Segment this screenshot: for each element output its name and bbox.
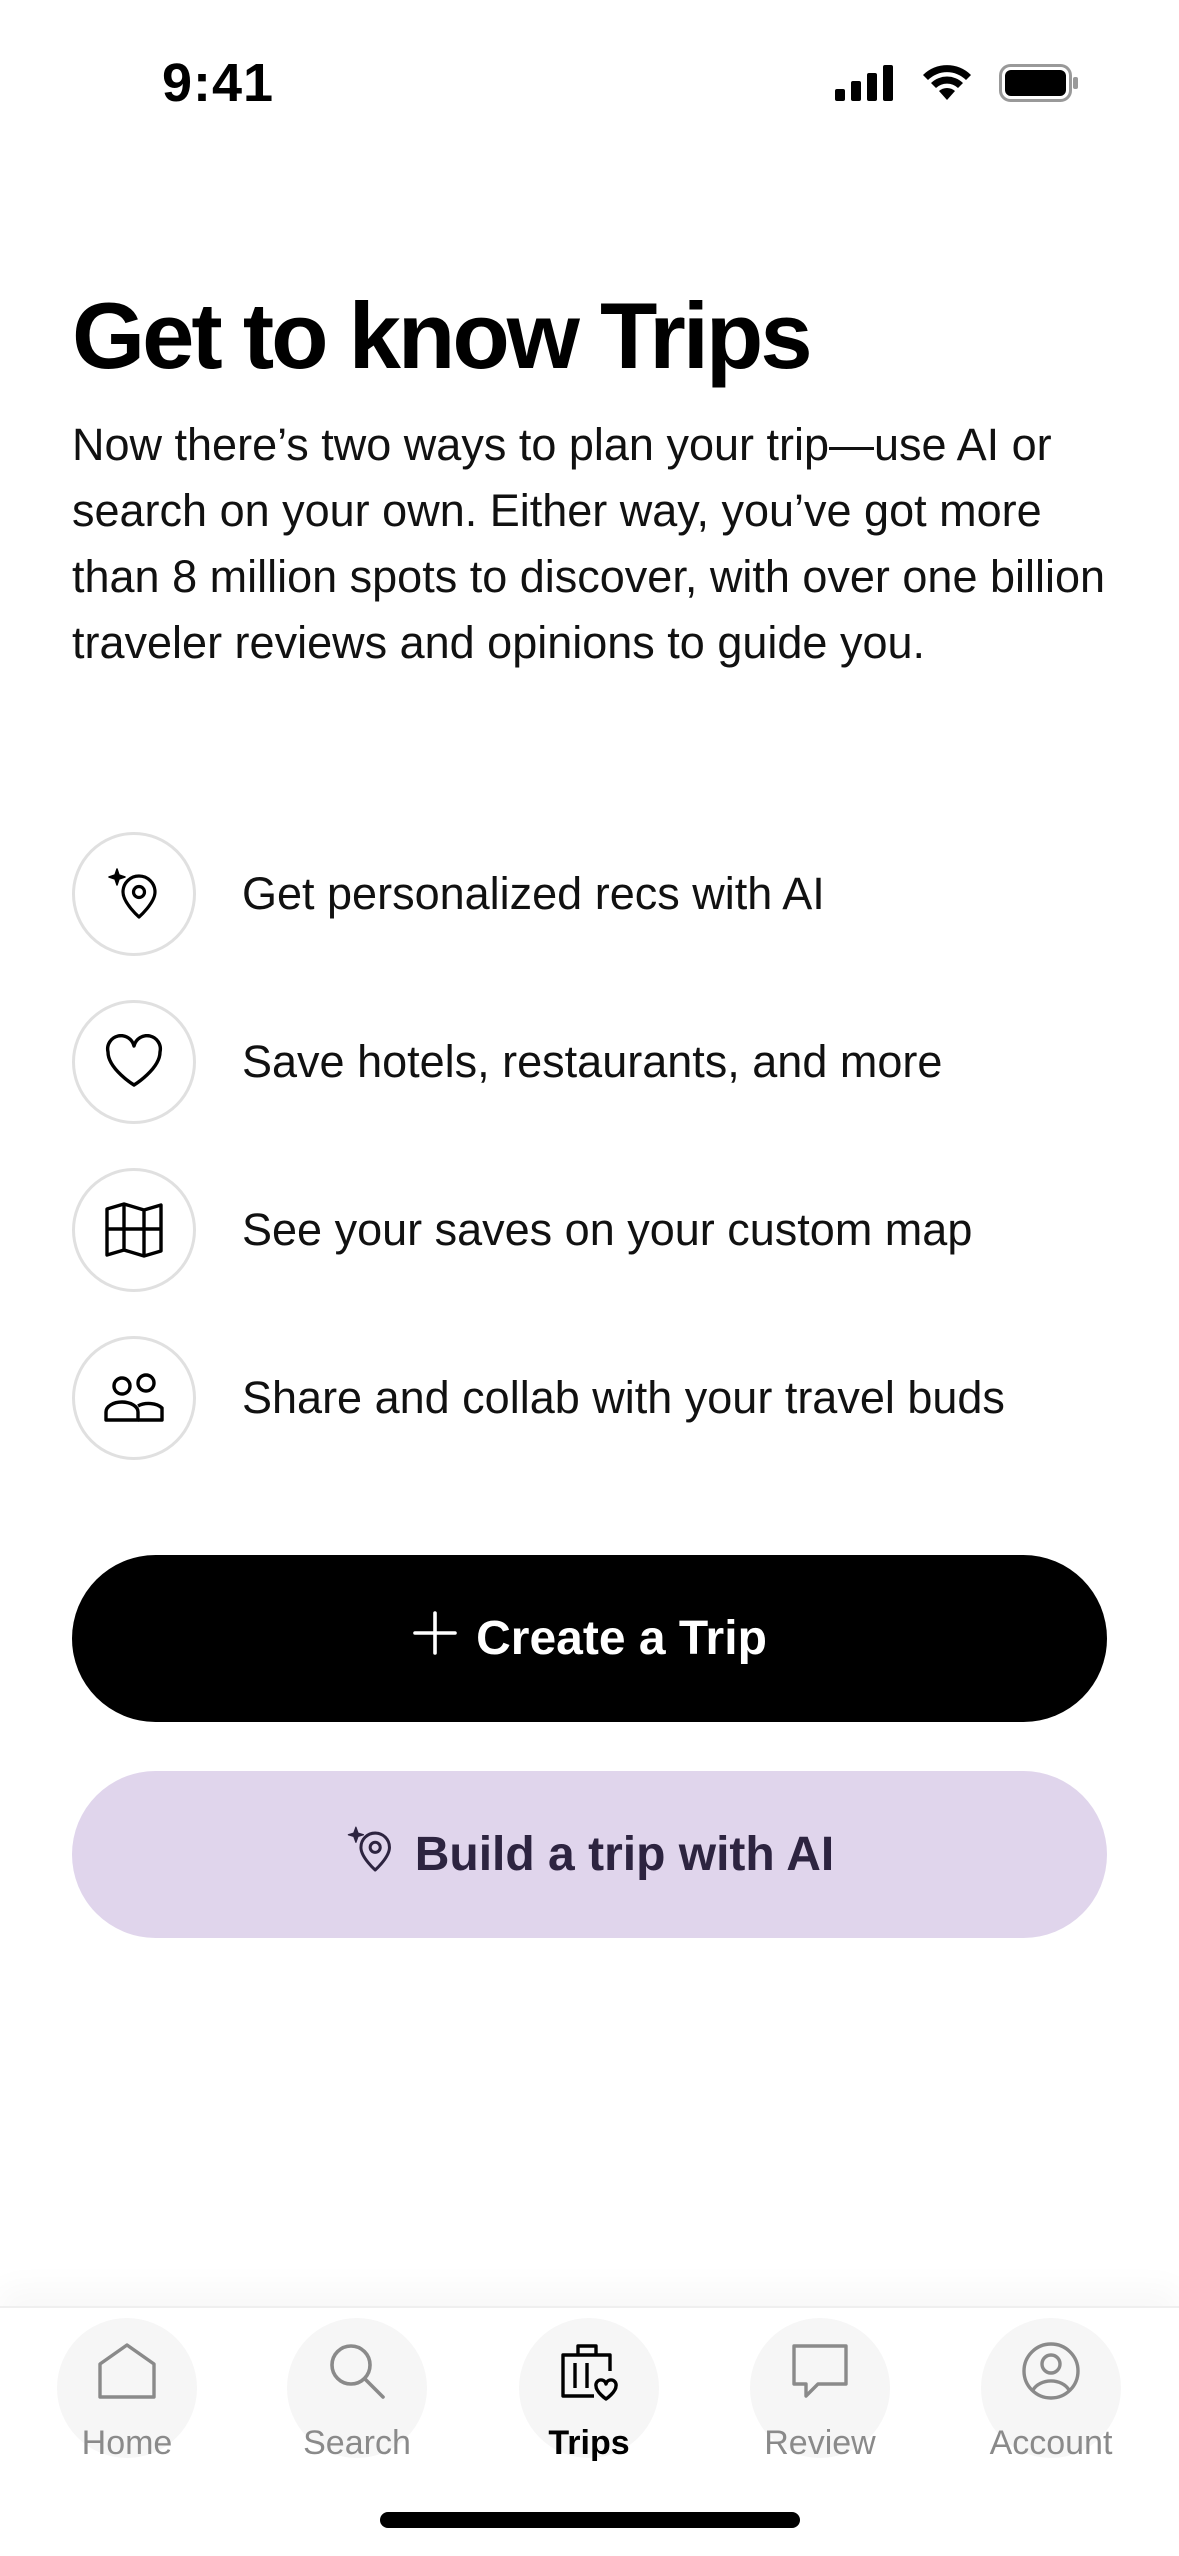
tab-review[interactable]: Review [745, 2318, 895, 2486]
create-trip-label: Create a Trip [476, 1612, 767, 1665]
intro-text: Now there’s two ways to plan your trip—u… [72, 419, 1106, 668]
review-bubble-icon [785, 2336, 855, 2406]
tab-label: Trips [548, 2424, 630, 2462]
tab-label: Search [303, 2424, 411, 2462]
tab-label: Review [764, 2424, 876, 2462]
feature-item-ai-recs: Get personalized recs with AI [72, 832, 1132, 956]
feature-label: See your saves on your custom map [242, 1204, 973, 1255]
tab-trips[interactable]: Trips [514, 2318, 664, 2486]
suitcase-heart-icon [554, 2336, 624, 2406]
feature-item-share: Share and collab with your travel buds [72, 1336, 1132, 1460]
tab-label: Account [989, 2424, 1113, 2462]
map-icon [72, 1168, 196, 1292]
tab-account[interactable]: Account [976, 2318, 1126, 2486]
people-icon [72, 1336, 196, 1460]
create-trip-button[interactable]: Create a Trip [72, 1555, 1107, 1722]
tab-label: Home [81, 2424, 173, 2462]
plus-icon [412, 1610, 458, 1668]
tab-home[interactable]: Home [52, 2318, 202, 2486]
status-icons [835, 64, 1079, 107]
sparkle-location-pin-icon [345, 1822, 397, 1888]
search-icon [322, 2336, 392, 2406]
cellular-signal-icon [835, 65, 895, 106]
feature-item-map: See your saves on your custom map [72, 1168, 1132, 1292]
account-icon [1016, 2336, 1086, 2406]
build-trip-with-ai-button[interactable]: Build a trip with AI [72, 1771, 1107, 1938]
page-title: Get to know Trips [72, 283, 813, 388]
feature-label: Get personalized recs with AI [242, 868, 825, 919]
wifi-icon [921, 64, 973, 107]
feature-list: Get personalized recs with AI Save hotel… [72, 832, 1132, 1504]
home-indicator [380, 2512, 800, 2528]
tab-search[interactable]: Search [282, 2318, 432, 2486]
home-icon [92, 2336, 162, 2406]
sparkle-location-pin-icon [72, 832, 196, 956]
feature-label: Save hotels, restaurants, and more [242, 1036, 943, 1087]
battery-icon [999, 64, 1079, 107]
status-time: 9:41 [162, 53, 275, 113]
heart-icon [72, 1000, 196, 1124]
build-trip-with-ai-label: Build a trip with AI [414, 1828, 835, 1881]
feature-item-save: Save hotels, restaurants, and more [72, 1000, 1132, 1124]
status-bar: 9:41 [0, 0, 1179, 175]
feature-label: Share and collab with your travel buds [242, 1372, 1005, 1423]
